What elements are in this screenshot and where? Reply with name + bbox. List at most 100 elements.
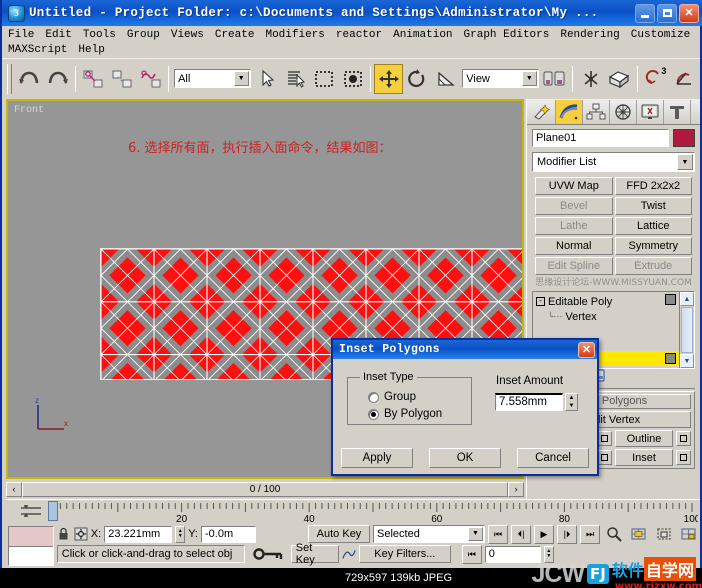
auto-key-button[interactable]: Auto Key <box>308 525 370 543</box>
key-mode-toggle-icon[interactable] <box>248 546 288 562</box>
next-frame-button[interactable]: |⏵ <box>557 524 577 544</box>
selection-set-combo[interactable]: Selected ▼ <box>373 525 485 543</box>
menu-item-edit[interactable]: Edit <box>45 28 77 43</box>
ok-button[interactable]: OK <box>429 448 501 468</box>
chevron-down-icon-2[interactable]: ▼ <box>521 71 537 86</box>
set-key-button[interactable]: Set Key <box>290 542 339 566</box>
stack-toggle-box-top[interactable] <box>665 294 676 305</box>
stack-item-editable-poly[interactable]: - Editable Poly <box>536 294 676 309</box>
cancel-button[interactable]: Cancel <box>517 448 589 468</box>
select-and-rotate-icon[interactable] <box>403 64 432 94</box>
radio-by-polygon[interactable] <box>368 408 379 420</box>
modifier-button-edit-spline[interactable]: Edit Spline <box>535 257 613 275</box>
next-frame-arrow[interactable]: › <box>508 481 524 497</box>
open-track-view-icon[interactable] <box>20 503 42 519</box>
extrude-settings-button[interactable] <box>597 431 612 446</box>
select-by-name-icon[interactable] <box>281 64 310 94</box>
play-animation-button[interactable]: ▶ <box>534 524 554 544</box>
hierarchy-tab-icon[interactable] <box>583 99 610 124</box>
mirror-icon[interactable] <box>576 64 605 94</box>
modifier-list-dropdown[interactable]: Modifier List ▼ <box>532 152 695 172</box>
zoom-all-icon[interactable] <box>628 524 650 544</box>
menu-item-group[interactable]: Group <box>127 28 166 43</box>
dialog-close-button[interactable]: ✕ <box>578 341 595 358</box>
bevel-settings-button[interactable] <box>597 450 612 465</box>
rectangular-selection-region-icon[interactable] <box>310 64 339 94</box>
select-and-link-icon[interactable] <box>79 64 108 94</box>
inset-amount-input[interactable]: 7.558mm <box>495 393 563 411</box>
mini-listener-pink-row[interactable] <box>9 527 53 547</box>
set-key-curve-icon[interactable] <box>342 547 356 561</box>
selection-filter-combo[interactable]: All ▼ <box>174 69 251 88</box>
zoom-icon[interactable] <box>603 524 625 544</box>
lock-selection-icon[interactable] <box>57 527 71 541</box>
menu-item-customize[interactable]: Customize <box>631 28 696 43</box>
maxscript-mini-listener[interactable] <box>8 526 54 566</box>
chevron-down-icon-3[interactable]: ▼ <box>677 154 693 170</box>
key-step-button[interactable]: ⏮ <box>461 544 482 564</box>
window-crossing-icon[interactable] <box>339 64 368 94</box>
radio-group[interactable] <box>368 391 379 403</box>
undo-icon[interactable] <box>15 64 44 94</box>
x-spinner[interactable]: ▲ ▼ <box>175 525 186 543</box>
maximize-button[interactable] <box>657 3 677 23</box>
select-and-scale-icon[interactable] <box>432 64 461 94</box>
object-name-input[interactable]: Plane01 <box>532 129 669 147</box>
radio-row-group[interactable]: Group <box>360 389 459 406</box>
menu-item-views[interactable]: Views <box>171 28 210 43</box>
y-coordinate-field[interactable]: -0.0m <box>201 525 256 543</box>
x-coordinate-field[interactable]: 23.221mm <box>104 525 173 543</box>
outline-settings-button[interactable] <box>676 431 691 446</box>
utilities-tab-icon[interactable] <box>664 99 691 124</box>
stack-toggle-box-bottom[interactable] <box>665 353 676 364</box>
modifier-button-symmetry[interactable]: Symmetry <box>614 237 692 255</box>
select-and-move-icon[interactable] <box>374 63 403 94</box>
modifier-button-bevel[interactable]: Bevel <box>535 197 613 215</box>
modifier-button-extrude[interactable]: Extrude <box>614 257 692 275</box>
absolute-relative-transform-icon[interactable] <box>74 527 88 541</box>
scroll-down-icon[interactable]: ▼ <box>680 354 694 368</box>
reference-coordinate-combo[interactable]: View ▼ <box>462 69 539 88</box>
modifier-stack-scrollbar[interactable]: ▲ ▼ <box>679 292 694 368</box>
apply-button[interactable]: Apply <box>341 448 413 468</box>
create-tab-icon[interactable] <box>529 99 556 124</box>
stack-item-vertex[interactable]: └⋯ Vertex <box>536 309 676 324</box>
previous-frame-button[interactable]: ⏴| <box>511 524 531 544</box>
expand-toggle-icon[interactable]: - <box>536 297 545 306</box>
chevron-down-icon[interactable]: ▼ <box>233 71 249 86</box>
angle-snap-toggle-icon[interactable] <box>669 64 698 94</box>
menu-item-graph-editors[interactable]: Graph Editors <box>464 28 556 43</box>
toolbar-grip[interactable] <box>7 63 12 94</box>
time-slider[interactable]: 0 / 100 <box>22 481 508 497</box>
modifier-button-ffd[interactable]: FFD 2x2x2 <box>614 177 692 195</box>
menu-item-create[interactable]: Create <box>215 28 261 43</box>
menu-item-modifiers[interactable]: Modifiers <box>265 28 330 43</box>
menu-item-maxscript[interactable]: MAXScript <box>8 43 73 58</box>
layer-manager-icon[interactable]: 3 <box>641 64 670 94</box>
zoom-region-icon[interactable] <box>678 524 700 544</box>
modifier-button-twist[interactable]: Twist <box>614 197 692 215</box>
redo-icon[interactable] <box>44 64 73 94</box>
menu-item-rendering[interactable]: Rendering <box>560 28 625 43</box>
minimize-button[interactable] <box>635 3 655 23</box>
menu-item-tools[interactable]: Tools <box>83 28 122 43</box>
display-tab-icon[interactable] <box>637 99 664 124</box>
bind-to-space-warp-icon[interactable] <box>136 64 165 94</box>
modifier-button-uvw-map[interactable]: UVW Map <box>535 177 613 195</box>
key-filters-button[interactable]: Key Filters... <box>358 545 451 563</box>
chevron-down-icon-4[interactable]: ▼ <box>468 527 483 541</box>
zoom-extents-icon[interactable] <box>653 524 675 544</box>
menu-item-help[interactable]: Help <box>78 43 110 58</box>
modifier-button-lattice[interactable]: Lattice <box>614 217 692 235</box>
inset-button[interactable]: Inset <box>615 449 673 466</box>
select-object-icon[interactable] <box>253 64 282 94</box>
timeline-ruler[interactable]: 20 40 60 80 100 <box>6 499 701 525</box>
inset-settings-button[interactable] <box>676 450 691 465</box>
modifier-button-normal[interactable]: Normal <box>535 237 613 255</box>
align-icon[interactable] <box>605 64 634 94</box>
prev-frame-arrow[interactable]: ‹ <box>6 481 22 497</box>
inset-amount-spinner[interactable]: ▲ ▼ <box>565 393 578 411</box>
unlink-selection-icon[interactable] <box>108 64 137 94</box>
scroll-up-icon[interactable]: ▲ <box>680 292 694 306</box>
radio-row-by-polygon[interactable]: By Polygon <box>360 406 459 423</box>
